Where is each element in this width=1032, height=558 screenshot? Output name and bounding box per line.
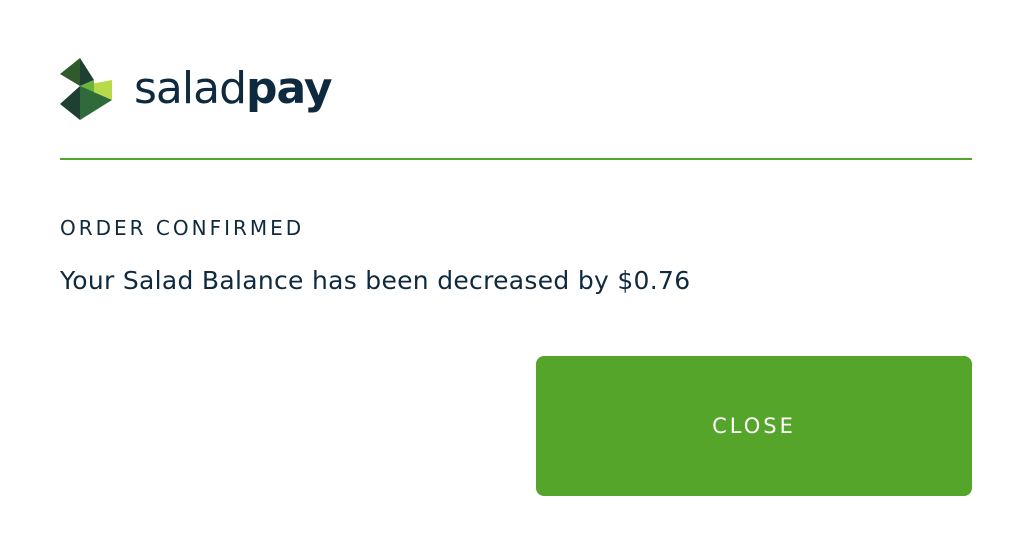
brand-header: saladpay: [60, 58, 333, 120]
saladpay-wordmark: saladpay: [134, 67, 333, 111]
header-divider: [60, 158, 972, 160]
saladpay-logo-icon: [60, 58, 112, 120]
order-confirmation-dialog: saladpay ORDER CONFIRMED Your Salad Bala…: [0, 0, 1032, 558]
balance-message: Your Salad Balance has been decreased by…: [60, 266, 691, 295]
confirmation-heading: ORDER CONFIRMED: [60, 216, 305, 240]
close-button[interactable]: CLOSE: [536, 356, 972, 496]
wordmark-salad: salad: [134, 63, 247, 114]
wordmark-pay: pay: [246, 63, 333, 114]
